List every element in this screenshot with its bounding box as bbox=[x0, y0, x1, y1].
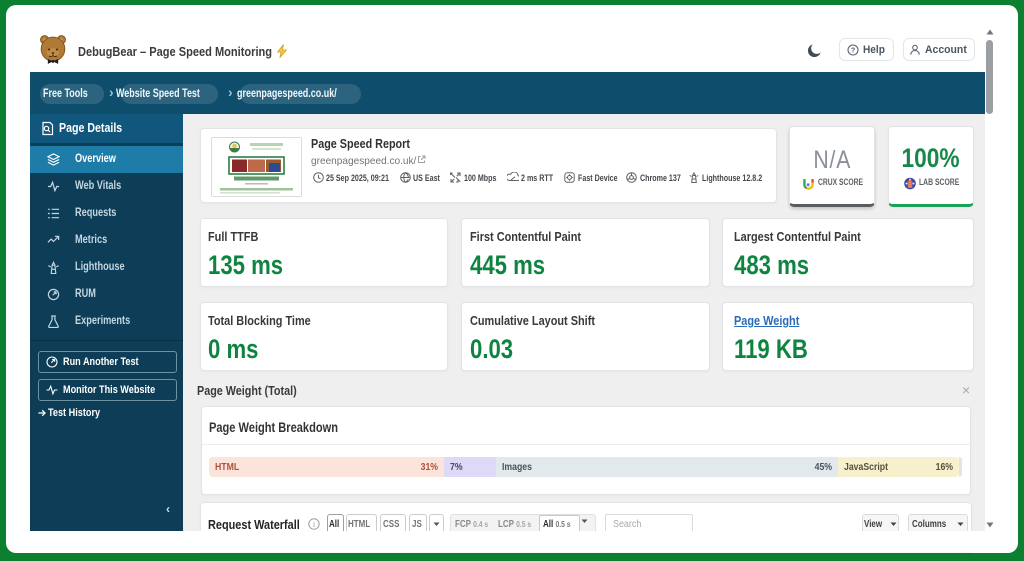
svg-text:?: ? bbox=[850, 45, 855, 54]
svg-text:i: i bbox=[313, 520, 316, 529]
